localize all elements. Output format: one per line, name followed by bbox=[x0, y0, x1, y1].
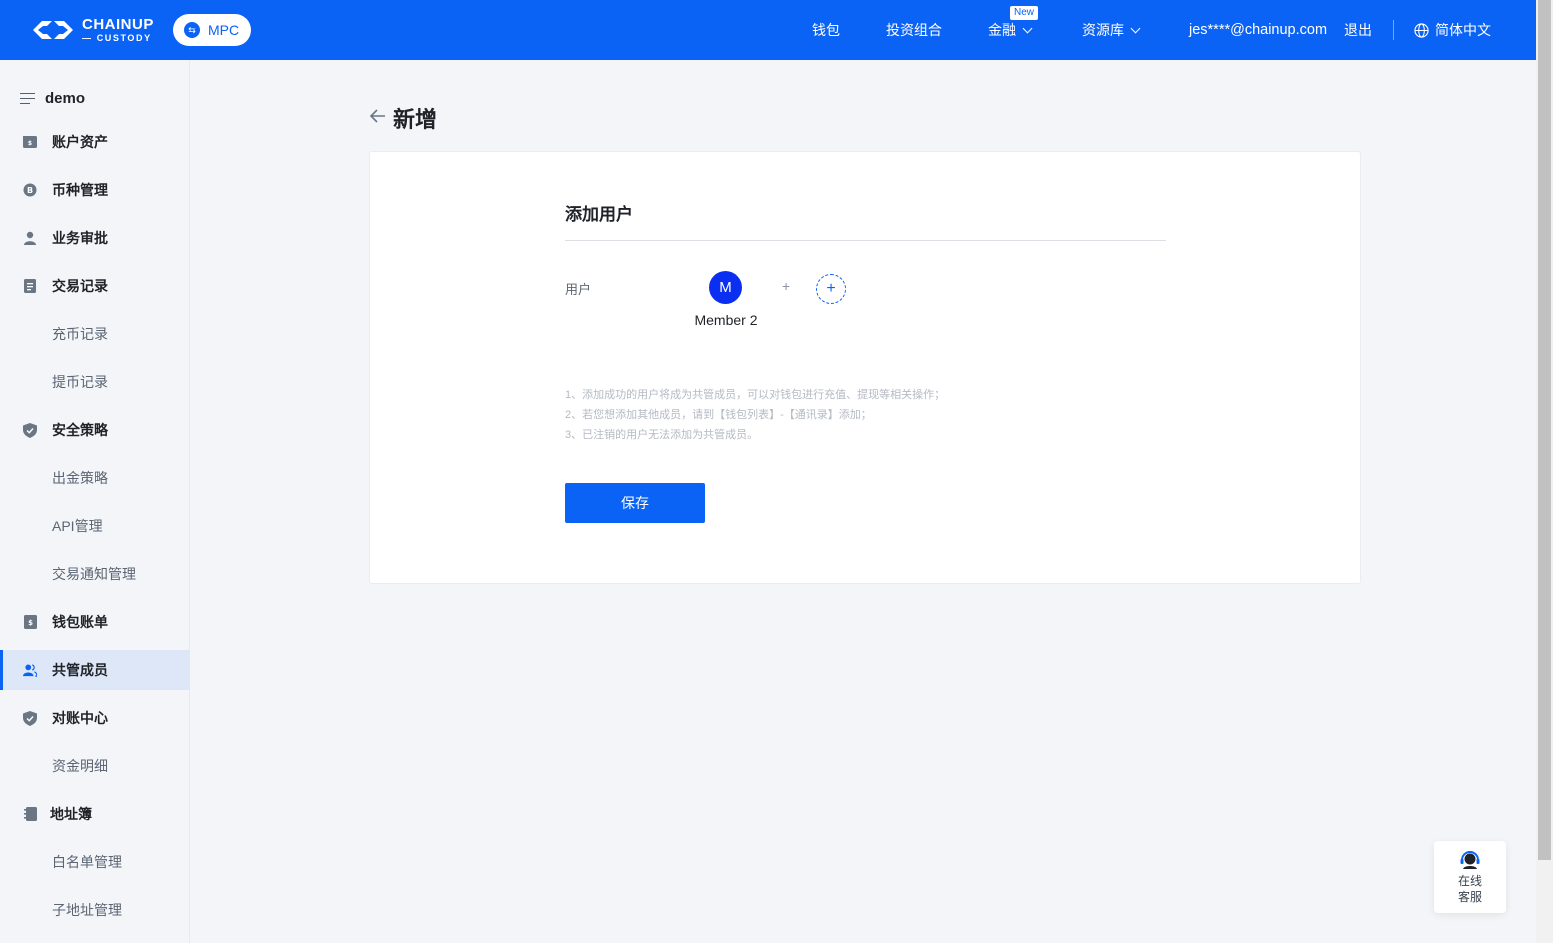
sidebar: demo $ 账户资产 B 币种管理 业务审批 交易记录 充币记录 提币记录 安… bbox=[0, 60, 190, 943]
nav-resources[interactable]: 资源库 bbox=[1082, 20, 1141, 40]
page-scrollbar-thumb[interactable] bbox=[1538, 0, 1551, 860]
new-badge: New bbox=[1010, 6, 1039, 20]
svg-text:$: $ bbox=[28, 140, 32, 147]
sidebar-item-label: 地址簿 bbox=[50, 806, 92, 822]
note-item: 1、添加成功的用户将成为共管成员，可以对钱包进行充值、提现等相关操作； bbox=[565, 389, 946, 401]
nav-finance-label: 金融 bbox=[988, 22, 1016, 38]
sidebar-item-label: 对账中心 bbox=[52, 710, 108, 726]
sidebar-item-label: 交易通知管理 bbox=[52, 566, 136, 582]
sidebar-item-label: 提币记录 bbox=[52, 374, 108, 390]
menu-icon bbox=[20, 92, 35, 105]
sidebar-item-security-policy[interactable]: 安全策略 bbox=[0, 410, 190, 450]
svg-text:$: $ bbox=[28, 619, 33, 627]
user-email[interactable]: jes****@chainup.com bbox=[1189, 22, 1327, 38]
chainup-logo[interactable]: CHAINUP — CUSTODY bbox=[30, 14, 154, 46]
mpc-switch-button[interactable]: ⇆ MPC bbox=[173, 14, 251, 46]
mpc-label: MPC bbox=[208, 22, 240, 38]
sidebar-item-address-book[interactable]: 地址簿 bbox=[0, 794, 190, 834]
sidebar-item-whitelist[interactable]: 白名单管理 bbox=[0, 842, 190, 882]
sidebar-item-api-management[interactable]: API管理 bbox=[0, 506, 190, 546]
nav-finance[interactable]: 金融 bbox=[988, 20, 1033, 40]
language-selector[interactable]: 简体中文 bbox=[1414, 20, 1491, 40]
chevron-down-icon bbox=[1130, 23, 1141, 33]
headset-icon bbox=[1460, 851, 1480, 869]
document-icon bbox=[23, 279, 37, 293]
add-member-button[interactable]: + bbox=[816, 274, 846, 304]
sidebar-item-withdrawal-policy[interactable]: 出金策略 bbox=[0, 458, 190, 498]
coin-icon: B bbox=[23, 183, 37, 197]
sidebar-item-sub-addresses[interactable]: 子地址管理 bbox=[0, 890, 190, 930]
sidebar-item-label: 账户资产 bbox=[52, 134, 108, 150]
globe-icon bbox=[1414, 22, 1429, 38]
org-switcher[interactable]: demo bbox=[20, 90, 85, 107]
section-title: 添加用户 bbox=[565, 205, 633, 224]
sidebar-item-transaction-records[interactable]: 交易记录 bbox=[0, 266, 190, 306]
sidebar-item-business-approval[interactable]: 业务审批 bbox=[0, 218, 190, 258]
online-support-widget[interactable]: 在线客服 bbox=[1434, 841, 1506, 913]
logout-link[interactable]: 退出 bbox=[1344, 20, 1372, 40]
add-user-card: 添加用户 用户 M Member 2 + + 1、添加成功的用户将成为共管成员，… bbox=[369, 151, 1361, 584]
support-label: 在线客服 bbox=[1457, 874, 1482, 904]
page-title: 新增 bbox=[393, 107, 438, 132]
nav-wallet[interactable]: 钱包 bbox=[812, 20, 840, 40]
member-avatar[interactable]: M bbox=[709, 271, 742, 304]
org-name: demo bbox=[45, 90, 86, 107]
bill-icon: $ bbox=[23, 615, 37, 629]
sidebar-item-account-assets[interactable]: $ 账户资产 bbox=[0, 122, 190, 162]
account-assets-icon: $ bbox=[23, 135, 37, 149]
sidebar-item-wallet-bill[interactable]: $ 钱包账单 bbox=[0, 602, 190, 642]
sidebar-item-label: 出金策略 bbox=[52, 470, 108, 486]
sidebar-item-label: API管理 bbox=[52, 518, 103, 534]
logo-wordmark: CHAINUP bbox=[82, 16, 154, 33]
nav-resources-label: 资源库 bbox=[1082, 22, 1124, 38]
logo-subtitle: — CUSTODY bbox=[82, 33, 152, 43]
top-navigation-bar: CHAINUP — CUSTODY ⇆ MPC 钱包 投资组合 金融 New 资… bbox=[0, 0, 1536, 60]
chevron-down-icon bbox=[1022, 23, 1033, 33]
note-item: 2、若您想添加其他成员，请到【钱包列表】-【通讯录】添加； bbox=[565, 409, 872, 421]
plus-separator: + bbox=[782, 278, 791, 294]
sidebar-item-reconciliation-center[interactable]: 对账中心 bbox=[0, 698, 190, 738]
chainup-logo-icon bbox=[33, 21, 73, 39]
sidebar-item-transaction-notifications[interactable]: 交易通知管理 bbox=[0, 554, 190, 594]
sidebar-item-label: 充币记录 bbox=[52, 326, 108, 342]
sidebar-item-deposit-records[interactable]: 充币记录 bbox=[0, 314, 190, 354]
sidebar-item-label: 安全策略 bbox=[52, 422, 108, 438]
sidebar-item-fund-details[interactable]: 资金明细 bbox=[0, 746, 190, 786]
nav-divider bbox=[1393, 20, 1394, 40]
sidebar-item-label: 交易记录 bbox=[52, 278, 108, 294]
sidebar-item-label: 共管成员 bbox=[52, 662, 108, 678]
svg-text:B: B bbox=[27, 186, 33, 195]
plus-icon: + bbox=[826, 280, 836, 297]
sidebar-item-label: 资金明细 bbox=[52, 758, 108, 774]
language-label: 简体中文 bbox=[1435, 22, 1491, 38]
nav-portfolio[interactable]: 投资组合 bbox=[886, 20, 942, 40]
shield-icon bbox=[23, 422, 37, 438]
sidebar-item-label: 钱包账单 bbox=[52, 614, 108, 630]
back-arrow-icon[interactable] bbox=[369, 106, 387, 126]
member-name: Member 2 bbox=[694, 312, 758, 328]
sidebar-item-label: 币种管理 bbox=[52, 182, 108, 198]
note-item: 3、已注销的用户无法添加为共管成员。 bbox=[565, 429, 759, 441]
sidebar-item-label: 白名单管理 bbox=[52, 854, 122, 870]
switch-arrows-icon: ⇆ bbox=[184, 22, 200, 38]
sidebar-item-coin-management[interactable]: B 币种管理 bbox=[0, 170, 190, 210]
person-icon bbox=[23, 231, 37, 245]
shield-icon bbox=[23, 710, 37, 726]
address-book-icon bbox=[23, 807, 37, 821]
notes-list: 1、添加成功的用户将成为共管成员，可以对钱包进行充值、提现等相关操作； 2、若您… bbox=[565, 385, 945, 445]
section-divider bbox=[565, 240, 1166, 241]
sidebar-item-label: 业务审批 bbox=[52, 230, 108, 246]
save-button[interactable]: 保存 bbox=[565, 483, 705, 523]
sidebar-item-co-managed-members[interactable]: 共管成员 bbox=[0, 650, 190, 690]
sidebar-item-withdraw-records[interactable]: 提币记录 bbox=[0, 362, 190, 402]
user-field-label: 用户 bbox=[565, 282, 592, 297]
members-icon bbox=[23, 663, 37, 677]
sidebar-item-label: 子地址管理 bbox=[52, 902, 122, 918]
